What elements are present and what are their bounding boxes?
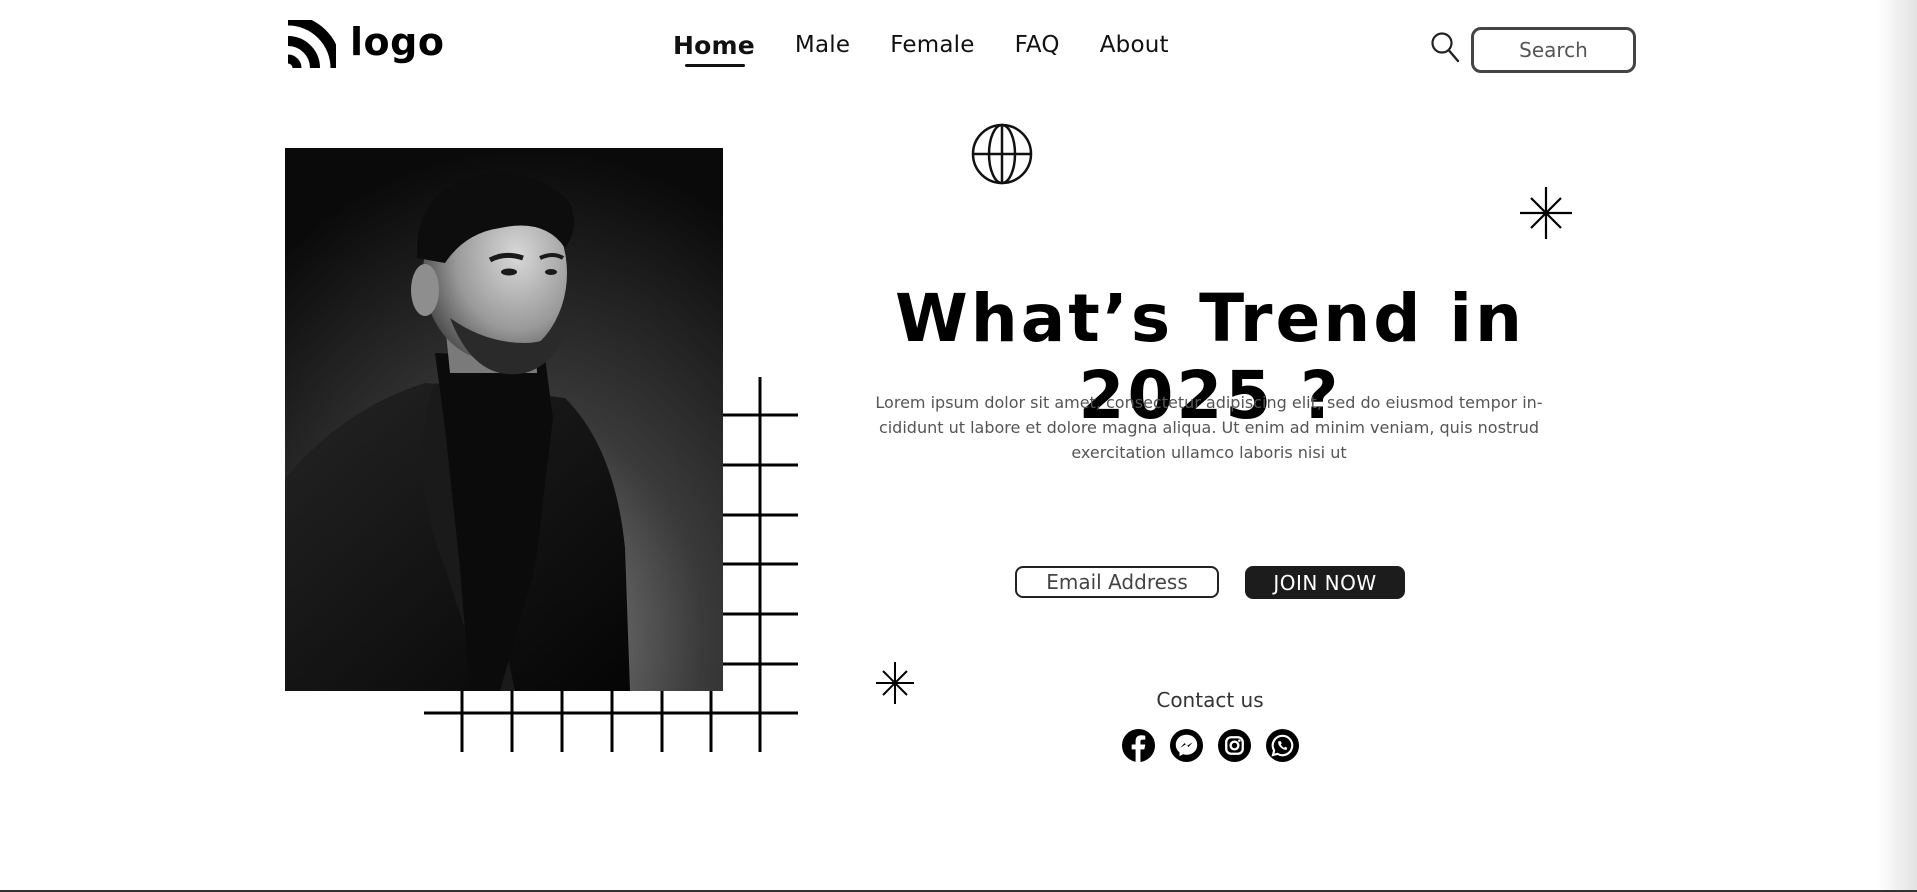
active-nav-underline [685,64,745,67]
join-now-button[interactable]: JOIN NOW [1245,566,1405,599]
globe-icon [971,123,1033,185]
social-links [1121,728,1300,763]
whatsapp-icon[interactable] [1265,728,1300,763]
nav-item-female[interactable]: Female [890,32,974,58]
page-edge-shadow [1877,0,1917,892]
brand-logo[interactable]: logo [284,20,444,72]
sparkle-star-small-icon [876,662,914,704]
search-input[interactable] [1471,27,1636,73]
logo-text: logo [350,20,445,64]
messenger-icon[interactable] [1169,728,1204,763]
instagram-icon[interactable] [1217,728,1252,763]
nav-item-male[interactable]: Male [795,32,850,58]
contact-title: Contact us [1156,688,1264,712]
logo-mark-icon [287,20,336,69]
facebook-icon[interactable] [1121,728,1156,763]
nav-item-about[interactable]: About [1100,32,1169,58]
sparkle-star-icon [1520,187,1572,239]
nav-item-home[interactable]: Home [673,31,755,67]
main-nav: Home Male Female FAQ About [673,31,1169,67]
hero-portrait-image [285,148,723,691]
email-field[interactable] [1015,566,1219,598]
hero-description: Lorem ipsum dolor sit amet, consectetur … [875,393,1543,462]
search-icon[interactable] [1430,30,1460,64]
nav-item-home-label: Home [673,31,755,60]
nav-item-faq[interactable]: FAQ [1015,32,1060,58]
